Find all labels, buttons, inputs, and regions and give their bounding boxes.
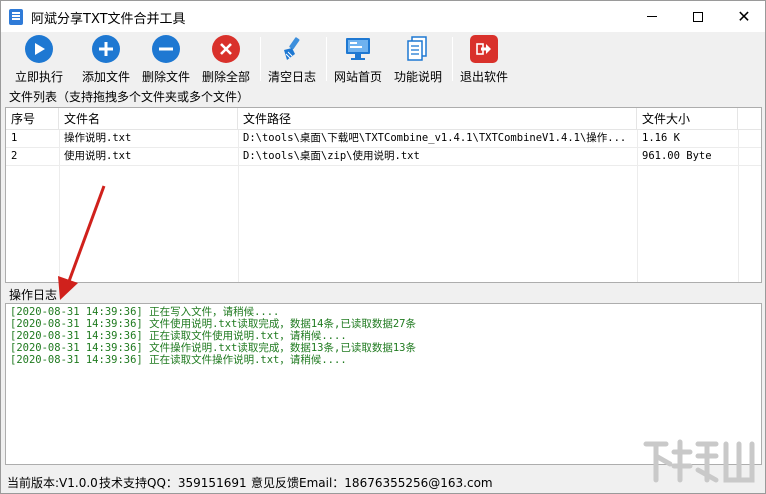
run-now-label: 立即执行: [14, 70, 63, 84]
file-list-table[interactable]: 序号 文件名 文件路径 文件大小 1 操作说明.txt D:\tools\桌面\…: [5, 107, 762, 283]
delete-file-button[interactable]: 删除文件: [138, 35, 194, 85]
close-icon: [212, 35, 240, 63]
cell-index: 1: [11, 132, 18, 144]
monitor-icon: [344, 35, 372, 63]
maximize-button[interactable]: [675, 1, 721, 32]
plus-icon: [92, 35, 120, 63]
toolbar-separator: [260, 37, 261, 81]
column-header-filesize[interactable]: 文件大小: [637, 108, 738, 130]
status-feedback-email: 意见反馈Email：18676355256@163.com: [251, 476, 493, 490]
play-icon: [25, 35, 53, 63]
close-window-button[interactable]: ✕: [721, 1, 766, 32]
exit-icon: [470, 35, 498, 63]
log-line: [2020-08-31 14:39:36] 正在读取文件使用说明.txt，请稍候…: [10, 330, 347, 342]
app-icon: [9, 9, 23, 25]
minimize-button[interactable]: [629, 1, 675, 32]
delete-all-label: 删除全部: [201, 70, 250, 84]
cell-filepath: D:\tools\桌面\下载吧\TXTCombine_v1.4.1\TXTCom…: [243, 132, 627, 144]
toolbar: 立即执行 添加文件 删除文件 删除全部 清空日志 网站首页 功能说明 退出软件: [1, 32, 765, 86]
cell-filename: 操作说明.txt: [64, 132, 132, 144]
grid-line: [6, 165, 761, 166]
clear-log-button[interactable]: 清空日志: [264, 35, 320, 85]
exit-button[interactable]: 退出软件: [456, 35, 512, 85]
help-label: 功能说明: [393, 70, 442, 84]
title-bar: 阿斌分享TXT文件合并工具 ✕: [1, 1, 765, 32]
log-label: 操作日志: [9, 288, 58, 302]
cell-filepath: D:\tools\桌面\zip\使用说明.txt: [243, 150, 420, 162]
add-file-label: 添加文件: [81, 70, 130, 84]
column-header-filepath[interactable]: 文件路径: [238, 108, 637, 130]
app-window: 阿斌分享TXT文件合并工具 ✕ 立即执行 添加文件 删除文件 删除全部 清空日志…: [0, 0, 766, 494]
file-list-label: 文件列表（支持拖拽多个文件夹或多个文件）: [9, 90, 250, 104]
add-file-button[interactable]: 添加文件: [78, 35, 134, 85]
exit-label: 退出软件: [459, 70, 508, 84]
run-now-button[interactable]: 立即执行: [11, 35, 67, 85]
broom-icon: [278, 35, 306, 63]
maximize-icon: [693, 11, 703, 22]
window-title: 阿斌分享TXT文件合并工具: [31, 12, 186, 27]
website-home-label: 网站首页: [333, 70, 382, 84]
watermark-logo: [643, 439, 755, 483]
minus-icon: [152, 35, 180, 63]
log-line: [2020-08-31 14:39:36] 文件使用说明.txt读取完成，数据1…: [10, 318, 416, 330]
column-header-filename[interactable]: 文件名: [59, 108, 238, 130]
log-line: [2020-08-31 14:39:36] 文件操作说明.txt读取完成，数据1…: [10, 342, 416, 354]
table-row[interactable]: 1 操作说明.txt D:\tools\桌面\下载吧\TXTCombine_v1…: [6, 130, 761, 147]
table-header: 序号 文件名 文件路径 文件大小: [6, 108, 761, 130]
document-icon: [404, 35, 432, 63]
help-button[interactable]: 功能说明: [390, 35, 446, 85]
toolbar-separator: [452, 37, 453, 81]
minimize-icon: [647, 16, 657, 17]
delete-all-button[interactable]: 删除全部: [198, 35, 254, 85]
website-home-button[interactable]: 网站首页: [330, 35, 386, 85]
status-version: 当前版本:V1.0.0: [7, 476, 98, 490]
delete-file-label: 删除文件: [141, 70, 190, 84]
status-support-qq: 技术支持QQ：359151691: [99, 476, 247, 490]
log-line: [2020-08-31 14:39:36] 正在写入文件，请稍候....: [10, 306, 280, 318]
log-line: [2020-08-31 14:39:36] 正在读取文件操作说明.txt，请稍候…: [10, 354, 347, 366]
toolbar-separator: [326, 37, 327, 81]
clear-log-label: 清空日志: [267, 70, 316, 84]
cell-filesize: 1.16 K: [642, 132, 680, 144]
column-header-index[interactable]: 序号: [6, 108, 59, 130]
table-row[interactable]: 2 使用说明.txt D:\tools\桌面\zip\使用说明.txt 961.…: [6, 148, 761, 165]
cell-filesize: 961.00 Byte: [642, 150, 712, 162]
cell-index: 2: [11, 150, 18, 162]
cell-filename: 使用说明.txt: [64, 150, 132, 162]
close-icon: ✕: [737, 6, 751, 26]
